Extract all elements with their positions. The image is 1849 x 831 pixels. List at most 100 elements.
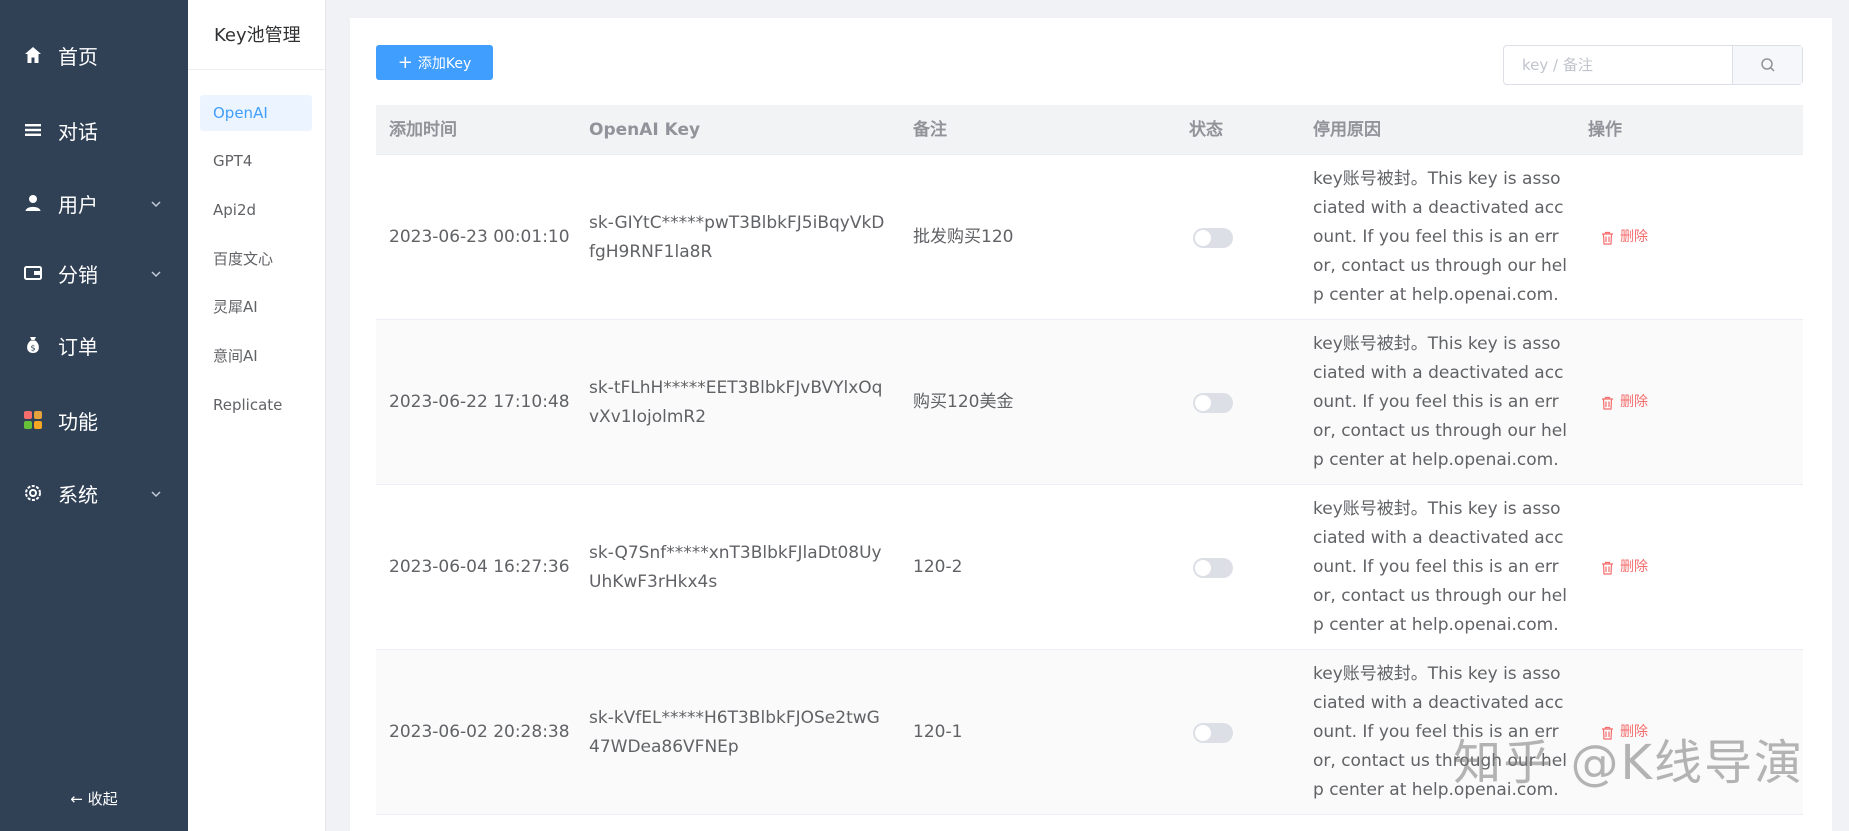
chevron-down-icon <box>150 197 162 215</box>
search-input[interactable] <box>1504 46 1732 84</box>
subnav-item-yijian-ai[interactable]: 意间AI <box>200 338 312 374</box>
status-toggle[interactable] <box>1193 722 1233 743</box>
cell-key: sk-Q7Snf*****xnT3BlbkFJlaDt08UyUhKwF3rHk… <box>589 542 882 592</box>
gear-icon <box>22 482 44 504</box>
toggle-knob <box>1195 229 1211 246</box>
subnav-item-gpt4[interactable]: GPT4 <box>200 143 312 179</box>
chevron-down-icon <box>150 267 162 285</box>
toggle-knob <box>1195 724 1211 741</box>
cell-note: 购买120美金 <box>913 392 1014 412</box>
cell-note: 120-1 <box>913 722 963 742</box>
trash-icon <box>1602 561 1613 575</box>
nav-item-features[interactable]: 功能 <box>0 390 188 450</box>
moneybag-icon: $ <box>22 334 44 356</box>
add-key-label: 添加Key <box>417 55 472 72</box>
subnav-item-baidu-wenxin[interactable]: 百度文心 <box>200 241 312 277</box>
cell-time: 2023-06-04 16:27:36 <box>389 557 570 577</box>
cell-action: 删除 <box>1601 650 1721 815</box>
col-header-key: OpenAI Key <box>589 120 701 140</box>
nav-item-home[interactable]: 首页 <box>0 25 188 85</box>
main-sidebar: 首页 对话 用户 分销 $ 订单 功能 系统 ← 收起 <box>0 0 188 831</box>
status-toggle[interactable] <box>1193 392 1233 413</box>
nav-label: 对话 <box>58 119 98 144</box>
trash-icon <box>1602 231 1613 245</box>
subnav-item-openai[interactable]: OpenAI <box>200 95 312 131</box>
search-button[interactable] <box>1732 46 1802 84</box>
subnav-title: Key池管理 <box>188 0 325 70</box>
toggle-knob <box>1195 394 1211 411</box>
cell-reason: key账号被封。This key is associated with a de… <box>1313 499 1567 635</box>
subnav-item-api2d[interactable]: Api2d <box>200 192 312 228</box>
nav-item-system[interactable]: 系统 <box>0 463 188 523</box>
main-content-card: + 添加Key 添加时间 OpenAI Key 备注 状态 停用原因 操作 20… <box>350 18 1832 831</box>
cell-reason: key账号被封。This key is associated with a de… <box>1313 664 1567 800</box>
nav-item-orders[interactable]: $ 订单 <box>0 315 188 375</box>
cell-action: 删除 <box>1601 155 1721 320</box>
delete-button[interactable]: 删除 <box>1601 553 1648 582</box>
cell-key: sk-tFLhH*****EET3BlbkFJvBVYlxOqvXv1Iojol… <box>589 377 883 427</box>
cell-time: 2023-06-22 17:10:48 <box>389 392 570 412</box>
table-row: 2023-06-02 20:28:38 sk-kVfEL*****H6T3Blb… <box>376 650 1803 815</box>
col-header-status: 状态 <box>1189 120 1223 140</box>
table-header: 添加时间 OpenAI Key 备注 状态 停用原因 操作 <box>376 105 1803 155</box>
list-icon <box>22 119 44 141</box>
nav-label: 系统 <box>58 482 98 507</box>
cell-reason: key账号被封。This key is associated with a de… <box>1313 169 1567 305</box>
delete-label: 删除 <box>1620 559 1648 575</box>
delete-label: 删除 <box>1620 229 1648 245</box>
cell-note: 120-2 <box>913 557 963 577</box>
cell-status <box>1193 650 1273 815</box>
status-toggle[interactable] <box>1193 557 1233 578</box>
nav-item-distribution[interactable]: 分销 <box>0 243 188 303</box>
search-icon <box>1760 58 1775 72</box>
toggle-knob <box>1195 559 1211 576</box>
nav-label: 用户 <box>58 192 98 217</box>
search-box <box>1503 45 1803 85</box>
keys-table: 添加时间 OpenAI Key 备注 状态 停用原因 操作 2023-06-23… <box>376 105 1803 815</box>
subnav-item-replicate[interactable]: Replicate <box>200 387 312 423</box>
key-pool-subnav: Key池管理 OpenAI GPT4 Api2d 百度文心 灵犀AI 意间AI … <box>188 0 326 831</box>
status-toggle[interactable] <box>1193 227 1233 248</box>
col-header-action: 操作 <box>1588 120 1622 140</box>
cell-action: 删除 <box>1601 320 1721 485</box>
cell-key: sk-kVfEL*****H6T3BlbkFJOSe2twG47WDea86VF… <box>589 707 880 757</box>
add-key-button[interactable]: + 添加Key <box>376 45 493 80</box>
plus-icon: + <box>397 51 413 73</box>
delete-label: 删除 <box>1620 394 1648 410</box>
cell-status <box>1193 485 1273 650</box>
cell-action: 删除 <box>1601 485 1721 650</box>
table-row: 2023-06-22 17:10:48 sk-tFLhH*****EET3Blb… <box>376 320 1803 485</box>
collapse-sidebar-button[interactable]: ← 收起 <box>0 788 188 809</box>
nav-label: 订单 <box>58 334 98 359</box>
apps-icon <box>22 409 44 431</box>
nav-label: 首页 <box>58 44 98 69</box>
col-header-reason: 停用原因 <box>1313 120 1381 140</box>
chevron-down-icon <box>150 487 162 505</box>
delete-button[interactable]: 删除 <box>1601 718 1648 747</box>
delete-button[interactable]: 删除 <box>1601 223 1648 252</box>
col-header-note: 备注 <box>913 120 947 140</box>
delete-button[interactable]: 删除 <box>1601 388 1648 417</box>
col-header-time: 添加时间 <box>389 120 457 140</box>
table-row: 2023-06-04 16:27:36 sk-Q7Snf*****xnT3Blb… <box>376 485 1803 650</box>
table-row: 2023-06-23 00:01:10 sk-GIYtC*****pwT3Blb… <box>376 155 1803 320</box>
cell-status <box>1193 320 1273 485</box>
wallet-icon <box>22 262 44 284</box>
svg-text:$: $ <box>30 344 35 353</box>
nav-item-users[interactable]: 用户 <box>0 173 188 233</box>
subnav-item-lingxi-ai[interactable]: 灵犀AI <box>200 289 312 325</box>
trash-icon <box>1602 396 1613 410</box>
cell-time: 2023-06-23 00:01:10 <box>389 227 570 247</box>
nav-item-chat[interactable]: 对话 <box>0 100 188 160</box>
cell-note: 批发购买120 <box>913 227 1014 247</box>
cell-reason: key账号被封。This key is associated with a de… <box>1313 334 1567 470</box>
trash-icon <box>1602 726 1613 740</box>
home-icon <box>22 44 44 66</box>
cell-status <box>1193 155 1273 320</box>
cell-key: sk-GIYtC*****pwT3BlbkFJ5iBqyVkDfgH9RNF1l… <box>589 212 885 262</box>
cell-time: 2023-06-02 20:28:38 <box>389 722 570 742</box>
user-icon <box>22 192 44 214</box>
nav-label: 功能 <box>58 409 98 434</box>
nav-label: 分销 <box>58 262 98 287</box>
delete-label: 删除 <box>1620 724 1648 740</box>
